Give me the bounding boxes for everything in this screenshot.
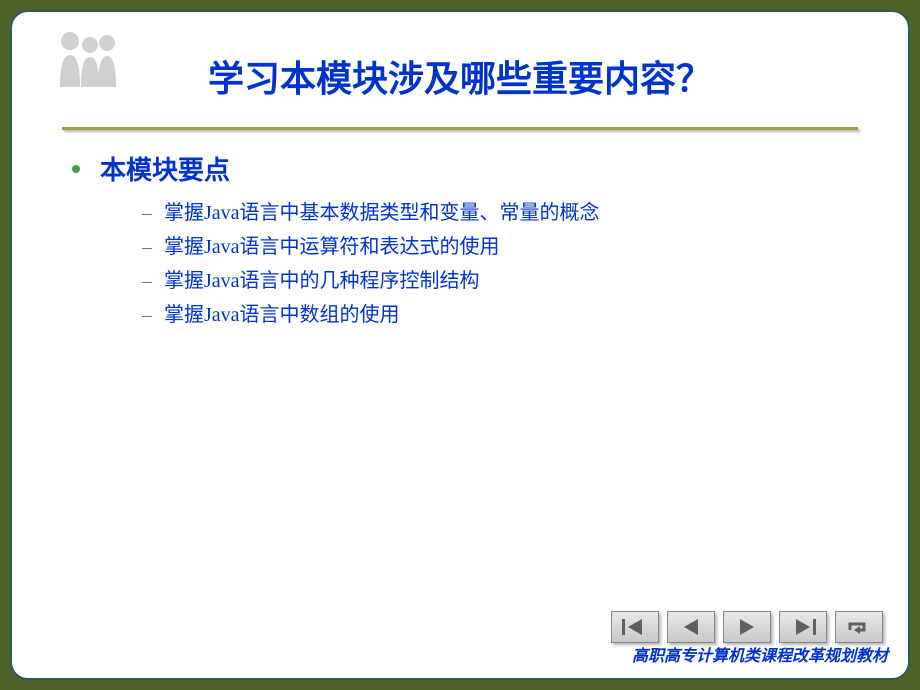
- previous-icon: [676, 616, 706, 638]
- people-silhouette-icon: [52, 27, 122, 87]
- return-icon: [844, 616, 874, 638]
- return-button[interactable]: [835, 611, 883, 643]
- main-point-text: 本模块要点: [100, 150, 230, 187]
- last-icon: [788, 616, 818, 638]
- main-point: 本模块要点: [62, 150, 858, 187]
- list-item: – 掌握Java语言中数组的使用: [142, 301, 858, 329]
- next-icon: [732, 616, 762, 638]
- dash-icon: –: [142, 233, 152, 261]
- header-area: 学习本模块涉及哪些重要内容？: [32, 32, 888, 122]
- slide-title: 学习本模块涉及哪些重要内容？: [32, 32, 888, 102]
- navigation-buttons: [611, 611, 883, 643]
- bullet-icon: [72, 165, 80, 173]
- sub-item-text: 掌握Java语言中的几种程序控制结构: [164, 267, 480, 295]
- footer-text: 高职高专计算机类课程改革规划教材: [632, 642, 888, 666]
- dash-icon: –: [142, 301, 152, 329]
- previous-slide-button[interactable]: [667, 611, 715, 643]
- first-icon: [620, 616, 650, 638]
- sub-item-text: 掌握Java语言中运算符和表达式的使用: [164, 233, 500, 261]
- first-slide-button[interactable]: [611, 611, 659, 643]
- sub-item-text: 掌握Java语言中数组的使用: [164, 301, 400, 329]
- sub-list: – 掌握Java语言中基本数据类型和变量、常量的概念 – 掌握Java语言中运算…: [62, 199, 858, 329]
- last-slide-button[interactable]: [779, 611, 827, 643]
- sub-item-text: 掌握Java语言中基本数据类型和变量、常量的概念: [164, 199, 600, 227]
- next-slide-button[interactable]: [723, 611, 771, 643]
- content-area: 本模块要点 – 掌握Java语言中基本数据类型和变量、常量的概念 – 掌握Jav…: [32, 130, 888, 355]
- list-item: – 掌握Java语言中运算符和表达式的使用: [142, 233, 858, 261]
- dash-icon: –: [142, 267, 152, 295]
- dash-icon: –: [142, 199, 152, 227]
- list-item: – 掌握Java语言中基本数据类型和变量、常量的概念: [142, 199, 858, 227]
- slide-container: 学习本模块涉及哪些重要内容？ 本模块要点 – 掌握Java语言中基本数据类型和变…: [10, 10, 910, 680]
- list-item: – 掌握Java语言中的几种程序控制结构: [142, 267, 858, 295]
